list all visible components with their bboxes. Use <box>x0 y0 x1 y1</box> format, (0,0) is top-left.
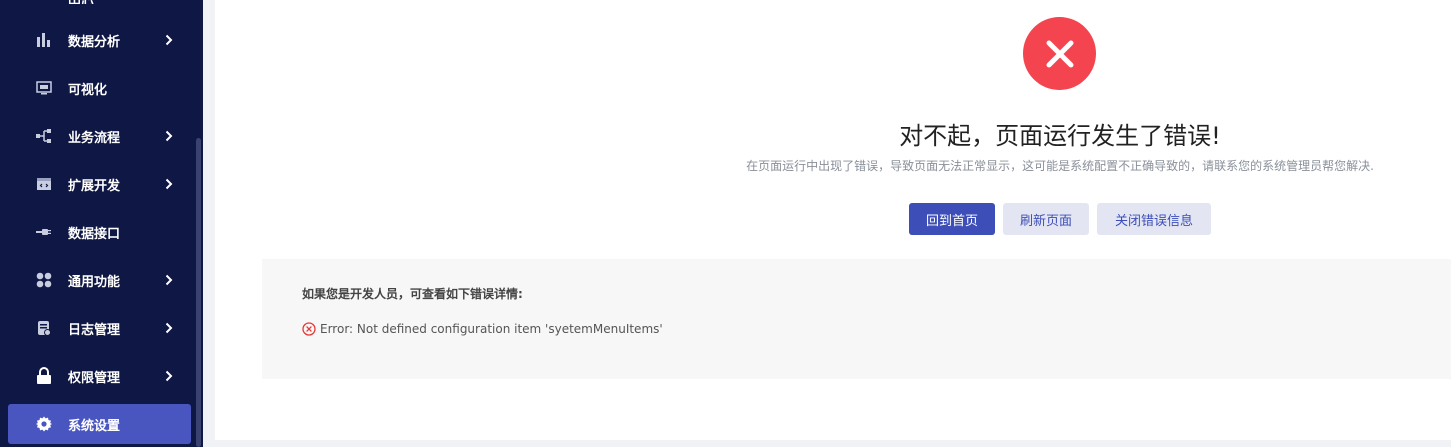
sidebar-item-common-functions[interactable]: 通用功能 <box>8 260 191 300</box>
sidebar-item-visualization[interactable]: 可视化 <box>8 68 191 108</box>
sidebar-scrollbar[interactable] <box>196 138 201 447</box>
sidebar-item-permission-management[interactable]: 权限管理 <box>8 356 191 396</box>
sidebar-item-label: 通用功能 <box>68 274 121 290</box>
sidebar-item-label: 扩展开发 <box>68 178 121 194</box>
sidebar-item-label: 日志管理 <box>68 322 121 338</box>
bar-chart-icon <box>34 30 54 50</box>
chevron-right-icon <box>161 34 177 46</box>
flow-icon <box>34 126 54 146</box>
error-details-panel: 如果您是开发人员，可查看如下错误详情: Error: Not defined c… <box>262 259 1451 379</box>
sidebar-item-label: 数据分析 <box>68 34 121 50</box>
chevron-right-icon <box>161 178 177 190</box>
sidebar-item-label: 数据接口 <box>68 226 121 242</box>
back-home-button[interactable]: 回到首页 <box>909 203 995 235</box>
error-subtitle: 在页面运行中出现了错误，导致页面无法正常显示，这可能是系统配置不正确导致的，请联… <box>746 159 1374 173</box>
error-circle-icon <box>302 322 316 336</box>
grid-icon <box>34 270 54 290</box>
error-title: 对不起，页面运行发生了错误! <box>899 122 1221 150</box>
log-icon <box>34 318 54 338</box>
refresh-page-button[interactable]: 刷新页面 <box>1003 203 1089 235</box>
sidebar-item-business-flow[interactable]: 业务流程 <box>8 116 191 156</box>
gear-icon <box>34 414 54 434</box>
sidebar-partial-item[interactable]: 中心 <box>68 0 108 4</box>
monitor-icon <box>34 78 54 98</box>
developer-hint: 如果您是开发人员，可查看如下错误详情: <box>302 287 523 301</box>
sidebar-item-label: 可视化 <box>68 82 108 98</box>
chevron-right-icon <box>161 130 177 142</box>
code-icon <box>34 174 54 194</box>
plug-icon <box>34 222 54 242</box>
chevron-right-icon <box>161 370 177 382</box>
sidebar-item-label: 系统设置 <box>68 418 121 434</box>
close-error-info-button[interactable]: 关闭错误信息 <box>1097 203 1211 235</box>
sidebar-item-extension-dev[interactable]: 扩展开发 <box>8 164 191 204</box>
error-message-text: Error: Not defined configuration item 's… <box>320 322 663 336</box>
sidebar-item-label: 业务流程 <box>68 130 121 146</box>
sidebar-item-label: 权限管理 <box>68 370 121 386</box>
chevron-right-icon <box>161 274 177 286</box>
sidebar-item-data-analysis[interactable]: 数据分析 <box>8 20 191 60</box>
chevron-right-icon <box>161 322 177 334</box>
sidebar-item-data-interface[interactable]: 数据接口 <box>8 212 191 252</box>
error-message-line: Error: Not defined configuration item 's… <box>302 322 663 336</box>
lock-icon <box>34 366 54 386</box>
close-icon <box>1046 40 1073 67</box>
sidebar: 中心 数据分析 可视化 业务流程 扩展开发 <box>0 0 203 447</box>
error-status-badge <box>1023 17 1096 90</box>
sidebar-item-system-settings[interactable]: 系统设置 <box>8 404 191 444</box>
sidebar-item-log-management[interactable]: 日志管理 <box>8 308 191 348</box>
